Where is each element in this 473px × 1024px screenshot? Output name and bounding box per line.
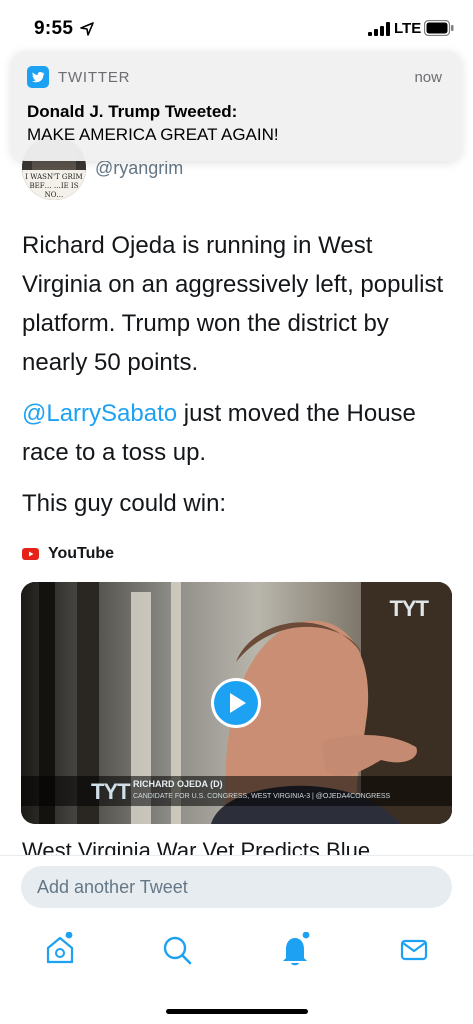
notification-app-name: TWITTER [58, 69, 131, 86]
add-tweet-placeholder: Add another Tweet [37, 877, 188, 897]
lower-third: TYT RICHARD OJEDA (D) CANDIDATE FOR U.S.… [21, 776, 452, 806]
lower-third-name: RICHARD OJEDA (D) [133, 779, 223, 789]
video-thumbnail[interactable]: TYT TYT RICHARD OJEDA (D) CANDIDATE FOR … [21, 582, 452, 824]
home-indicator[interactable] [166, 1009, 308, 1014]
bell-icon[interactable] [277, 932, 313, 968]
search-icon[interactable] [159, 932, 195, 968]
status-bar: 9:55 LTE [0, 0, 473, 50]
divider [0, 855, 473, 856]
play-button[interactable] [211, 678, 261, 728]
push-notification[interactable]: TWITTER now Donald J. Trump Tweeted: MAK… [11, 51, 462, 161]
tweet-text: Richard Ojeda is running in West Virgini… [22, 226, 452, 535]
youtube-icon [22, 548, 39, 560]
avatar-caption: I WASN'T GRIM BEF… …IE IS NO… [22, 170, 86, 200]
channel-badge: TYT [389, 596, 429, 621]
play-icon [214, 681, 258, 725]
tweet-paragraph-3: This guy could win: [22, 490, 227, 517]
notification-time: now [414, 69, 442, 86]
battery-icon [424, 20, 454, 36]
location-arrow-icon [80, 22, 94, 36]
video-source-label: YouTube [48, 545, 115, 562]
lower-third-subtitle: CANDIDATE FOR U.S. CONGRESS, WEST VIRGIN… [133, 793, 391, 800]
tweet-paragraph-2: @LarrySabato just moved the House race t… [22, 394, 452, 472]
home-icon[interactable] [42, 932, 78, 968]
notification-title: Donald J. Trump Tweeted: [27, 102, 238, 121]
status-time: 9:55 [34, 18, 74, 39]
envelope-icon[interactable] [396, 932, 432, 968]
lower-third-logo: TYT [91, 779, 131, 804]
tweet-paragraph-1: Richard Ojeda is running in West Virgini… [22, 232, 444, 376]
tweet-handle[interactable]: @ryangrim [95, 158, 183, 179]
video-title[interactable]: West Virginia War Vet Predicts Blue [22, 838, 370, 856]
twitter-bird-icon [27, 66, 49, 88]
signal-bars-icon [368, 22, 390, 36]
mention-link[interactable]: @LarrySabato [22, 400, 177, 427]
notification-body: MAKE AMERICA GREAT AGAIN! [27, 125, 279, 144]
network-label: LTE [394, 20, 422, 37]
